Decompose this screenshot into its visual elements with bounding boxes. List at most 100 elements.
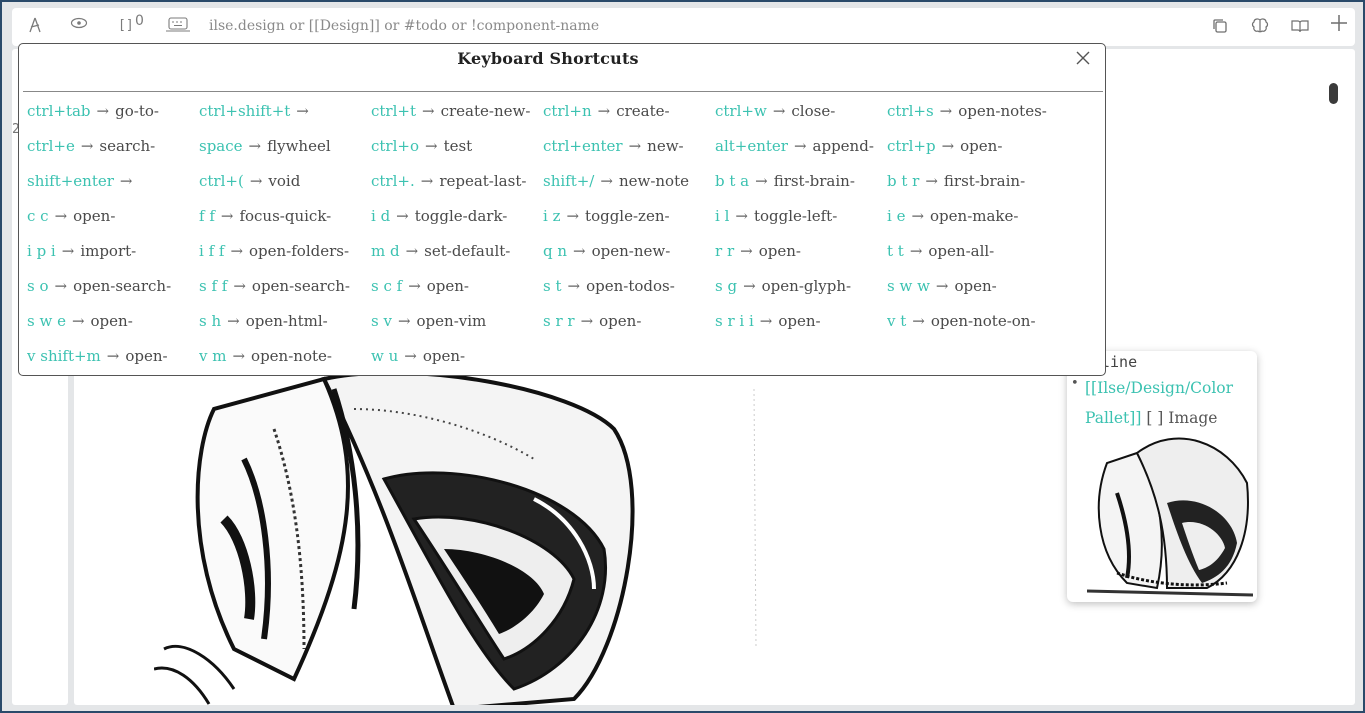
arrow-icon: → xyxy=(96,102,110,120)
shortcut-key: ctrl+o xyxy=(371,137,419,155)
shortcut-item: s t → open-todos- xyxy=(543,271,715,306)
shortcut-item: b t a → first-brain- xyxy=(715,166,887,201)
modal-divider xyxy=(23,91,1103,92)
shortcut-key: r r xyxy=(715,242,735,260)
shortcut-key: ctrl+p xyxy=(887,137,936,155)
logo-icon[interactable] xyxy=(27,16,43,40)
scrollbar-thumb[interactable] xyxy=(1329,83,1338,104)
arrow-icon: → xyxy=(573,242,586,260)
top-toolbar: [] 0 xyxy=(12,8,1355,46)
shortcut-key: s v xyxy=(371,312,392,330)
shortcut-action: open-html- xyxy=(245,312,328,330)
shortcut-key: v shift+m xyxy=(27,347,101,365)
arrow-icon: → xyxy=(759,312,773,330)
shortcut-action: close- xyxy=(791,102,836,120)
shortcut-action: set-default- xyxy=(424,242,511,260)
keyboard-shortcuts-modal: Keyboard Shortcuts ctrl+tab → go-to-ctrl+s… xyxy=(18,43,1106,376)
shortcut-action: open-vim xyxy=(416,312,487,330)
arrow-icon: → xyxy=(912,312,925,330)
shortcut-action: first-brain- xyxy=(943,172,1026,190)
eye-icon[interactable] xyxy=(70,16,88,36)
shortcut-key: s t xyxy=(543,277,562,295)
shortcut-item: ctrl+shift+t → xyxy=(199,96,371,131)
shortcut-item: i e → open-make- xyxy=(887,201,1059,236)
arrow-icon: → xyxy=(420,172,434,190)
shortcut-key: b t a xyxy=(715,172,750,190)
shortcut-key: w u xyxy=(371,347,399,365)
outline-preview-card[interactable]: line • [[Ilse/Design/Color Pallet]] [ ] … xyxy=(1067,351,1257,602)
shortcut-key: ctrl+w xyxy=(715,102,767,120)
shortcut-key: space xyxy=(199,137,243,155)
add-icon[interactable] xyxy=(1330,14,1348,36)
shortcut-action: open- xyxy=(426,277,470,295)
shortcut-item: r r → open- xyxy=(715,236,887,271)
bracket-icon[interactable]: [] xyxy=(118,16,134,36)
arrow-icon: → xyxy=(248,137,262,155)
arrow-icon: → xyxy=(397,312,411,330)
shortcut-action: open- xyxy=(125,347,168,365)
keyboard-icon[interactable] xyxy=(166,16,190,38)
shortcut-key: s g xyxy=(715,277,738,295)
shortcut-action: open-note- xyxy=(251,347,332,365)
arrow-icon: → xyxy=(71,312,85,330)
arrow-icon: → xyxy=(567,277,581,295)
copy-icon[interactable] xyxy=(1211,17,1229,40)
shortcut-action: toggle-zen- xyxy=(585,207,670,225)
shortcut-item: i p i → import- xyxy=(27,236,199,271)
shortcut-action: open- xyxy=(960,137,1003,155)
shortcut-key: m d xyxy=(371,242,400,260)
arrow-icon: → xyxy=(232,347,246,365)
shortcut-action: create- xyxy=(616,102,670,120)
shortcut-action: open- xyxy=(422,347,466,365)
shortcut-key: ctrl+. xyxy=(371,172,415,190)
shortcut-action: open- xyxy=(758,242,801,260)
arrow-icon: → xyxy=(755,172,768,190)
search-input[interactable] xyxy=(209,18,709,34)
shortcut-action: open- xyxy=(778,312,821,330)
shortcut-action: flywheel xyxy=(267,137,331,155)
shortcut-action: open-glyph- xyxy=(761,277,852,295)
preview-title: line xyxy=(1101,353,1138,371)
arrow-icon: → xyxy=(220,207,234,225)
shortcut-key: ctrl+n xyxy=(543,102,592,120)
arrow-icon: → xyxy=(740,242,753,260)
shortcut-action: new- xyxy=(647,137,684,155)
arrow-icon: → xyxy=(249,172,263,190)
brain-icon[interactable] xyxy=(1251,17,1269,40)
shortcut-key: v t xyxy=(887,312,907,330)
shortcut-item: b t r → first-brain- xyxy=(887,166,1059,201)
book-icon[interactable] xyxy=(1291,17,1309,40)
shortcut-item: i d → toggle-dark- xyxy=(371,201,543,236)
arrow-icon: → xyxy=(422,102,435,120)
arrow-icon: → xyxy=(396,207,409,225)
shortcut-action: open-folders- xyxy=(249,242,350,260)
shortcut-key: ctrl+t xyxy=(371,102,416,120)
shortcut-item: i f f → open-folders- xyxy=(199,236,371,271)
shortcut-item: ctrl+tab → go-to- xyxy=(27,96,199,131)
shortcut-item: w u → open- xyxy=(371,341,543,375)
shortcut-item: q n → open-new- xyxy=(543,236,715,271)
shortcut-action: test xyxy=(443,137,473,155)
shortcut-key: s c f xyxy=(371,277,403,295)
shortcut-action: import- xyxy=(80,242,137,260)
arrow-icon: → xyxy=(408,277,421,295)
arrow-icon: → xyxy=(233,277,246,295)
shortcut-key: t t xyxy=(887,242,904,260)
shortcut-action: open-search- xyxy=(251,277,350,295)
shortcut-key: c c xyxy=(27,207,49,225)
shortcut-action: toggle-dark- xyxy=(414,207,508,225)
shortcut-action: first-brain- xyxy=(773,172,855,190)
shortcut-item: v shift+m → open- xyxy=(27,341,199,375)
shortcut-action: open-note-on- xyxy=(930,312,1036,330)
moth-illustration xyxy=(154,370,757,705)
shortcut-action: void xyxy=(268,172,301,190)
arrow-icon: → xyxy=(941,137,955,155)
close-icon[interactable] xyxy=(1071,46,1095,70)
shortcut-item: s r r → open- xyxy=(543,306,715,341)
arrow-icon: → xyxy=(628,137,642,155)
shortcut-item: ctrl+w → close- xyxy=(715,96,887,131)
shortcut-action: open-search- xyxy=(73,277,172,295)
shortcut-action: open-todos- xyxy=(586,277,675,295)
shortcut-action: open- xyxy=(599,312,642,330)
shortcut-key: s f f xyxy=(199,277,228,295)
